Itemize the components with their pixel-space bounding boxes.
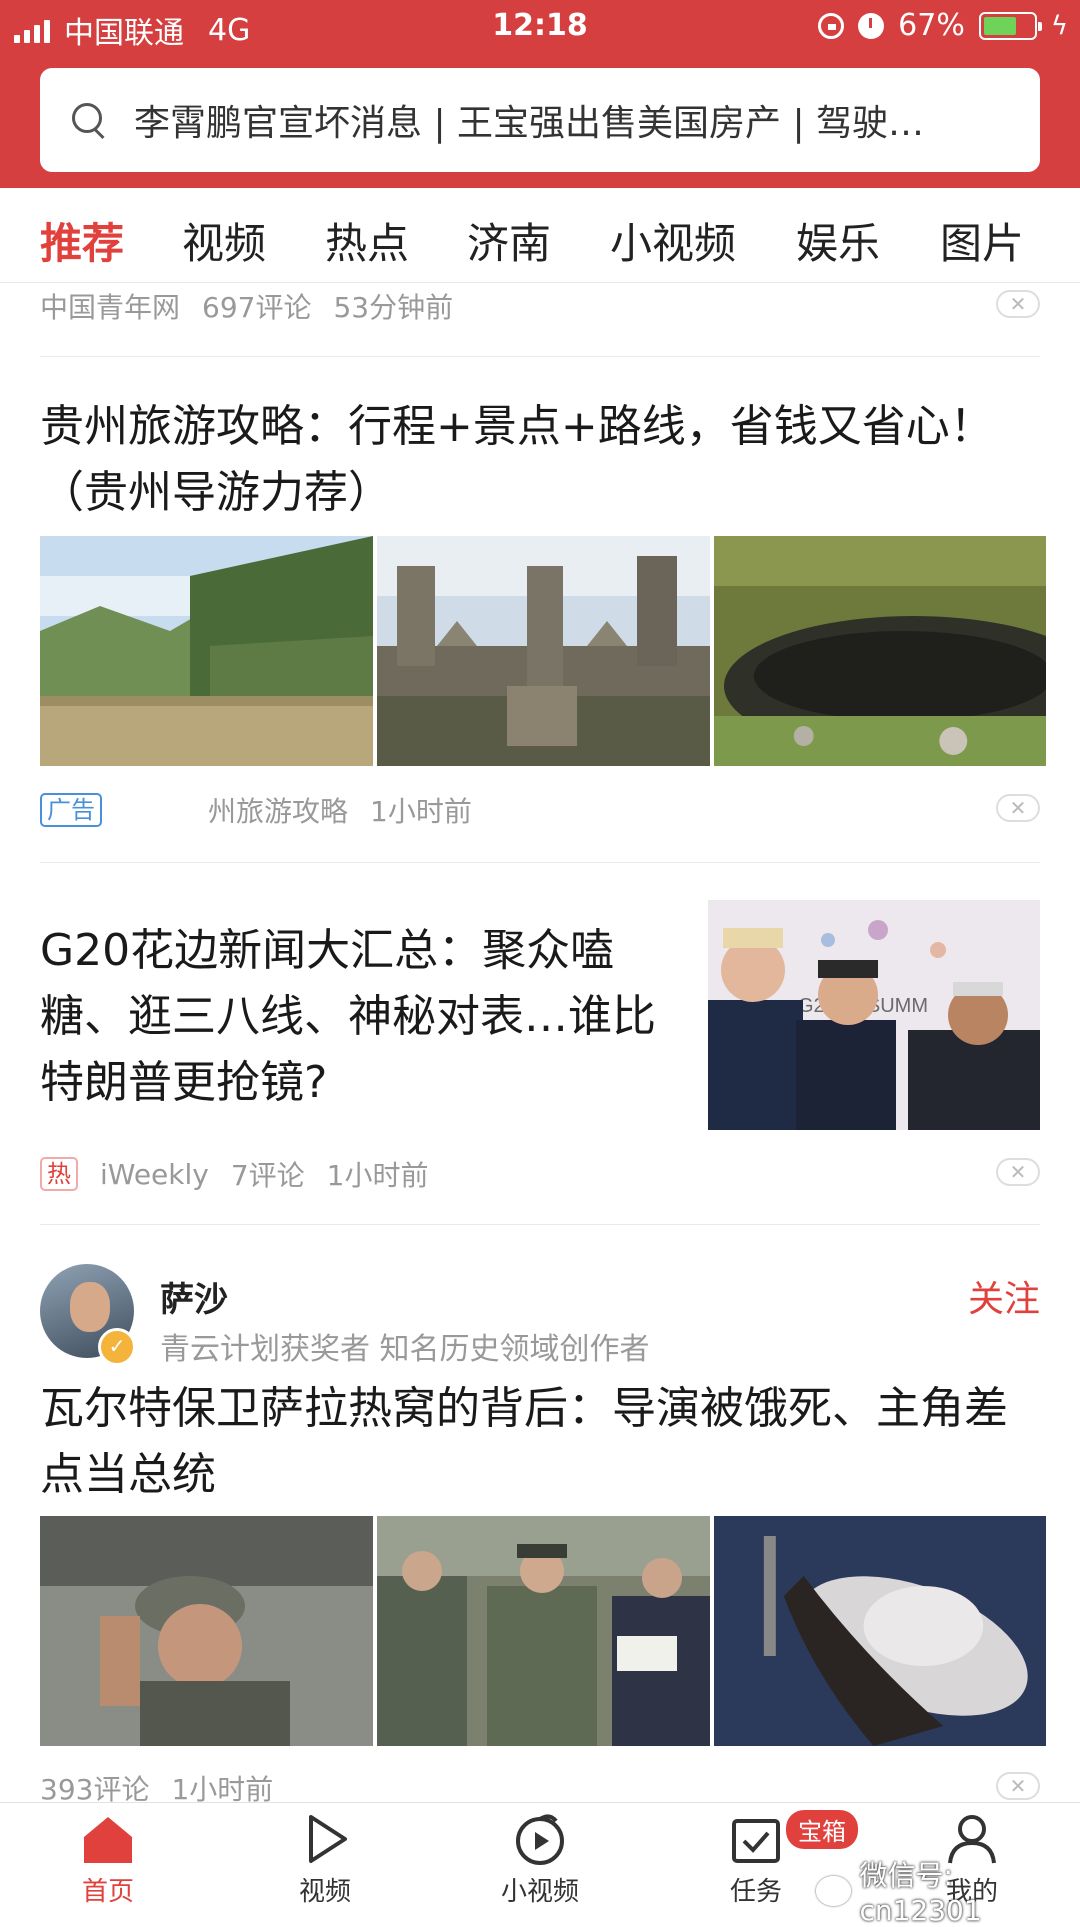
article-image-soldier[interactable] [40,1516,373,1746]
dismiss-button[interactable]: ✕ [996,290,1040,318]
close-icon: ✕ [1009,1774,1027,1798]
charging-icon: ϟ [1050,10,1068,41]
article-title[interactable]: 贵州旅游攻略：行程+景点+路线，省钱又省心！（贵州导游力荐） [40,394,1040,526]
dismiss-button[interactable]: ✕ [996,1772,1040,1800]
short-video-icon [512,1811,568,1867]
divider [40,1224,1040,1225]
alarm-icon [858,12,885,39]
search-trending-text[interactable]: 李霄鹏官宣坏消息 | 王宝强出售美国房产 | 驾驶… [134,94,1014,146]
article-title[interactable]: 瓦尔特保卫萨拉热窝的背后：导演被饿死、主角差点当总统 [40,1376,1040,1508]
close-icon: ✕ [1009,292,1027,316]
close-icon: ✕ [1009,1160,1027,1184]
nav-video[interactable]: 视频 [255,1811,395,1908]
article-source: iWeekly [100,1157,209,1191]
article-image-sculpture[interactable] [377,536,710,766]
publish-time: 1小时前 [370,795,472,828]
nav-short-video-label: 小视频 [500,1877,579,1907]
hot-badge: 热 [40,1157,78,1191]
author-name[interactable]: 萨沙 [160,1272,228,1321]
publish-time: 1小时前 [326,1159,429,1192]
calendar-check-icon [728,1811,784,1867]
article-image-cave[interactable] [714,536,1046,766]
comment-count: 697评论 [202,291,312,324]
search-bar[interactable]: 李霄鹏官宣坏消息 | 王宝强出售美国房产 | 驾驶… [40,68,1040,172]
search-icon [72,103,106,137]
dismiss-button[interactable]: ✕ [996,1158,1040,1186]
tab-entertainment[interactable]: 娱乐 [796,210,880,271]
rotation-lock-icon [818,12,845,39]
nav-short-video[interactable]: 小视频 [470,1811,610,1908]
home-icon [80,1811,136,1867]
article-image-woman[interactable] [714,1516,1046,1746]
article-image-officers[interactable] [377,1516,710,1746]
wechat-icon [816,1875,852,1906]
verified-icon: ✓ [98,1328,136,1366]
article-image-river[interactable] [40,536,373,766]
author-description: 青云计划获奖者 知名历史领域创作者 [160,1332,650,1367]
nav-video-label: 视频 [298,1877,351,1907]
comment-count: 7评论 [230,1159,305,1192]
tab-recommend[interactable]: 推荐 [40,210,124,271]
divider [40,356,1040,357]
article-meta: 广告 州旅游攻略 1小时前 [40,790,472,830]
tab-jinan[interactable]: 济南 [467,210,551,271]
tab-pictures[interactable]: 图片 [940,210,1024,271]
nav-home[interactable]: 首页 [38,1811,178,1908]
article-source: 州旅游攻略 [208,795,349,828]
play-icon [297,1811,353,1867]
treasure-box-badge[interactable]: 宝箱 [786,1810,858,1849]
tab-hot[interactable]: 热点 [325,210,409,271]
dismiss-button[interactable]: ✕ [996,794,1040,822]
nav-home-label: 首页 [81,1877,134,1907]
watermark-text: 微信号: cn12301 [859,1859,982,1927]
close-icon: ✕ [1009,796,1027,820]
tab-video[interactable]: 视频 [182,210,266,271]
divider [40,862,1040,863]
article-title[interactable]: G20花边新闻大汇总：聚众嗑糖、逛三八线、神秘对表…谁比特朗普更抢镜? [40,918,690,1116]
article-meta: 热 iWeekly 7评论 1小时前 [40,1154,429,1194]
tab-short-video[interactable]: 小视频 [610,210,736,271]
follow-button[interactable]: 关注 [968,1270,1040,1322]
article-image-leaders[interactable]: G20 ··· SUMM [708,900,1040,1130]
ad-badge: 广告 [40,793,102,827]
publish-time: 53分钟前 [333,291,454,324]
channel-tabs: 推荐 视频 热点 济南 小视频 娱乐 图片 [0,188,1080,283]
status-bar: 中国联通 4G 12:18 67% ϟ [0,0,1080,56]
nav-tasks-label: 任务 [729,1877,782,1907]
article-meta: 中国青年网 697评论 53分钟前 [40,286,453,326]
wechat-watermark: 微信号: cn12301 [816,1854,1080,1927]
battery-percent: 67% [898,8,965,43]
battery-icon [978,11,1042,40]
article-source: 中国青年网 [40,291,181,324]
